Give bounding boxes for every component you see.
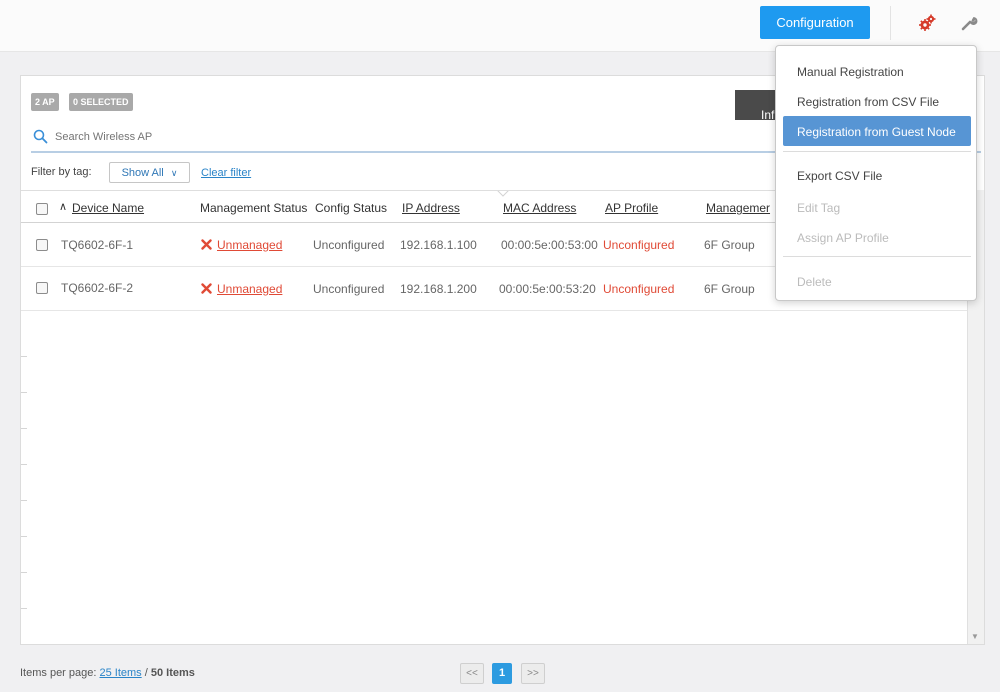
row-checkbox[interactable] <box>36 282 48 294</box>
menu-item-delete: Delete <box>797 275 832 289</box>
menu-pointer-notch <box>497 191 509 197</box>
gears-icon[interactable] <box>916 12 938 34</box>
configuration-menu: Manual Registration Registration from CS… <box>775 45 977 301</box>
chevron-down-icon: ∨ <box>170 167 178 178</box>
tag-filter-select[interactable]: Show All ∨ <box>109 162 190 183</box>
scroll-down-arrow-icon[interactable]: ▼ <box>971 632 979 641</box>
device-name-cell: TQ6602-6F-1 <box>61 238 134 252</box>
toolbar-divider <box>890 6 891 40</box>
ip-address-cell: 192.168.1.100 <box>400 238 477 252</box>
mac-address-cell: 00:00:5e:00:53:20 <box>499 282 596 296</box>
column-header-management-status: Management Status <box>200 201 308 215</box>
info-button-label: Inf <box>761 108 775 120</box>
configuration-button[interactable]: Configuration <box>760 6 870 39</box>
menu-item-registration-guest-node[interactable]: Registration from Guest Node <box>783 116 971 146</box>
search-icon <box>33 129 48 147</box>
menu-divider <box>783 151 971 152</box>
device-name-cell: TQ6602-6F-2 <box>61 281 134 295</box>
prev-page-button[interactable]: << <box>460 663 484 684</box>
column-header-device-name[interactable]: Device Name <box>72 201 144 215</box>
tag-filter-value: Show All <box>121 166 164 179</box>
management-status-link[interactable]: Unmanaged <box>217 282 282 296</box>
ap-profile-cell: Unconfigured <box>603 282 675 296</box>
management-group-cell: 6F Group <box>704 282 755 296</box>
ap-profile-cell: Unconfigured <box>603 238 675 252</box>
filter-label: Filter by tag: <box>31 166 92 178</box>
column-header-ip-address[interactable]: IP Address <box>402 201 460 215</box>
menu-item-manual-registration[interactable]: Manual Registration <box>797 65 904 79</box>
ip-address-cell: 192.168.1.200 <box>400 282 477 296</box>
management-status-link[interactable]: Unmanaged <box>217 238 282 252</box>
menu-item-assign-ap-profile: Assign AP Profile <box>797 231 889 245</box>
wrench-icon[interactable] <box>958 12 980 34</box>
items-separator: / <box>144 667 148 679</box>
search-input[interactable] <box>55 128 455 146</box>
items-per-page-label: Items per page: <box>20 667 97 679</box>
current-page[interactable]: 1 <box>492 663 512 684</box>
sort-ascending-icon[interactable]: ∧ <box>59 200 67 213</box>
menu-item-registration-csv[interactable]: Registration from CSV File <box>797 95 939 109</box>
menu-divider <box>783 256 971 257</box>
config-status-cell: Unconfigured <box>313 282 385 296</box>
ap-count-badge: 2 AP <box>31 93 59 111</box>
total-items: 50 Items <box>150 667 195 679</box>
column-header-mac-address[interactable]: MAC Address <box>503 201 576 215</box>
column-header-ap-profile[interactable]: AP Profile <box>605 201 658 215</box>
error-x-icon <box>201 283 212 297</box>
items-per-page-link[interactable]: 25 Items <box>100 667 142 679</box>
select-all-checkbox[interactable] <box>36 203 48 215</box>
clear-filter-link[interactable]: Clear filter <box>201 167 251 179</box>
row-checkbox[interactable] <box>36 239 48 251</box>
menu-item-edit-tag: Edit Tag <box>797 201 841 215</box>
mac-address-cell: 00:00:5e:00:53:00 <box>501 238 598 252</box>
pagination-info: Items per page: 25 Items / 50 Items <box>20 667 195 679</box>
config-status-cell: Unconfigured <box>313 238 385 252</box>
next-page-button[interactable]: >> <box>521 663 545 684</box>
error-x-icon <box>201 239 212 253</box>
column-header-management-group[interactable]: Managemer <box>706 201 770 215</box>
column-header-config-status: Config Status <box>315 201 388 215</box>
menu-item-export-csv[interactable]: Export CSV File <box>797 169 882 183</box>
management-group-cell: 6F Group <box>704 238 755 252</box>
selected-count-badge: 0 SELECTED <box>69 93 133 111</box>
